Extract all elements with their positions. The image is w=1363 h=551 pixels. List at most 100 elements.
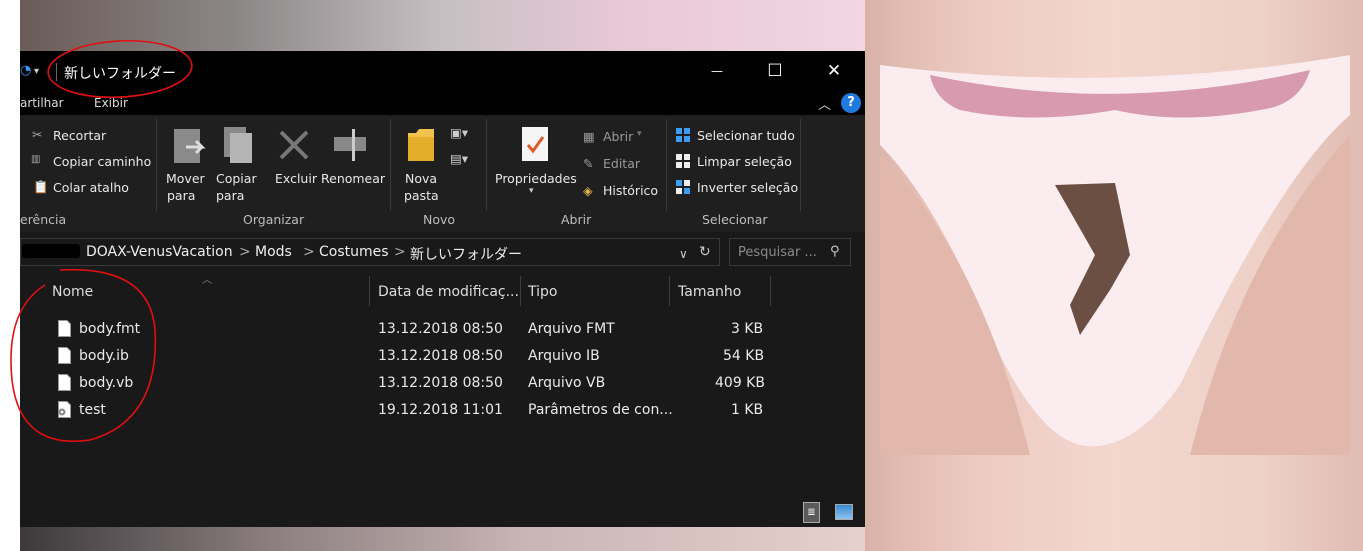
new-folder-label-2[interactable]: pasta <box>404 188 439 203</box>
file-type: Arquivo IB <box>528 348 600 364</box>
easy-access-icon[interactable]: ▤▾ <box>450 151 468 166</box>
breadcrumb-separator[interactable]: > <box>303 244 315 260</box>
copy-to-icon <box>224 127 252 163</box>
tab-compartilhar[interactable]: artilhar <box>20 96 64 110</box>
paste-shortcut-button[interactable]: Colar atalho <box>53 180 129 195</box>
group-separator <box>486 119 487 211</box>
collapse-ribbon-icon[interactable]: ︿ <box>818 94 831 113</box>
file-name[interactable]: test <box>79 402 106 418</box>
maximize-icon: ☐ <box>767 61 783 81</box>
group-label-abrir: Abrir <box>561 212 592 227</box>
minimize-icon: — <box>711 64 723 78</box>
file-size: 3 KB <box>731 321 764 337</box>
rename-button[interactable]: Renomear <box>321 171 385 186</box>
close-icon: ✕ <box>826 61 842 81</box>
new-folder-label[interactable]: Nova <box>405 171 437 186</box>
column-divider[interactable] <box>669 276 670 306</box>
sort-ascending-icon: ︿ <box>202 275 212 286</box>
move-to-icon <box>174 129 206 163</box>
group-separator <box>390 119 391 211</box>
column-divider[interactable] <box>520 276 521 306</box>
copy-to-label-2[interactable]: para <box>216 188 244 203</box>
quick-access-icon[interactable]: ◔ <box>20 63 31 78</box>
group-label-selecionar: Selecionar <box>702 212 768 227</box>
redacted-path-segment <box>22 244 80 258</box>
select-all-button[interactable]: Selecionar tudo <box>697 128 795 143</box>
column-header-name[interactable]: Nome <box>52 284 93 300</box>
properties-dropdown-icon[interactable]: ▾ <box>529 186 534 196</box>
new-item-icon[interactable]: ▣▾ <box>450 125 468 140</box>
column-header-size[interactable]: Tamanho <box>678 284 741 300</box>
cut-button[interactable]: Recortar <box>53 128 106 143</box>
edit-icon: ✎ <box>583 156 594 171</box>
open-button[interactable]: Abrir <box>603 129 633 144</box>
move-to-label[interactable]: Mover <box>166 171 205 186</box>
group-label-transferencia: erência <box>20 212 67 227</box>
close-button[interactable]: ✕ <box>805 51 863 91</box>
open-icon: ▦ <box>583 129 595 144</box>
wallpaper-garment-image <box>880 55 1350 455</box>
invert-selection-icon <box>676 180 690 194</box>
delete-icon <box>279 130 309 160</box>
file-type: Arquivo VB <box>528 375 606 391</box>
group-separator <box>666 119 667 211</box>
copy-path-button[interactable]: Copiar caminho <box>53 154 151 169</box>
breadcrumb-doax[interactable]: DOAX-VenusVacation <box>86 244 233 260</box>
status-bar <box>20 498 865 527</box>
properties-button[interactable]: Propriedades <box>495 171 577 186</box>
column-divider[interactable] <box>770 276 771 306</box>
column-header-date[interactable]: Data de modificaç... <box>378 284 519 300</box>
breadcrumb-mods[interactable]: Mods <box>255 244 292 260</box>
title-divider <box>56 63 57 81</box>
select-none-button[interactable]: Limpar seleção <box>697 154 792 169</box>
group-label-organizar: Organizar <box>243 212 305 227</box>
copy-to-label[interactable]: Copiar <box>216 171 257 186</box>
history-button[interactable]: Histórico <box>603 183 658 198</box>
breadcrumb-current-folder[interactable]: 新しいフォルダー <box>410 244 522 264</box>
search-box[interactable]: Pesquisar ... ⚲ <box>729 238 851 266</box>
customize-quick-access-icon[interactable]: ▾ <box>34 66 39 77</box>
scissors-icon: ✂ <box>32 127 43 142</box>
desktop-background-bottom <box>20 527 865 551</box>
open-dropdown-icon[interactable]: ▾ <box>637 129 642 139</box>
file-type: Parâmetros de con... <box>528 402 673 418</box>
file-icon <box>58 347 71 364</box>
file-size: 409 KB <box>715 375 765 391</box>
breadcrumb-separator[interactable]: > <box>394 244 406 260</box>
move-to-label-2[interactable]: para <box>167 188 195 203</box>
column-header-type[interactable]: Tipo <box>528 284 557 300</box>
file-name[interactable]: body.vb <box>79 375 133 391</box>
group-label-novo: Novo <box>423 212 456 227</box>
file-explorer-window: ◔ ▾ 新しいフォルダー — ☐ ✕ artilhar Exibir ︿ ? ✂… <box>20 51 865 527</box>
paste-shortcut-icon: 📋 <box>33 179 49 194</box>
file-icon <box>58 320 71 337</box>
edit-button[interactable]: Editar <box>603 156 640 171</box>
select-all-icon <box>676 128 690 142</box>
help-icon[interactable]: ? <box>841 93 861 113</box>
file-name[interactable]: body.fmt <box>79 321 140 337</box>
breadcrumb-costumes[interactable]: Costumes <box>319 244 389 260</box>
refresh-icon[interactable]: ↻ <box>699 244 711 260</box>
column-divider[interactable] <box>369 276 370 306</box>
group-separator <box>800 119 801 211</box>
background-white-strip <box>0 0 20 551</box>
file-date: 13.12.2018 08:50 <box>378 375 503 391</box>
file-size: 54 KB <box>723 348 765 364</box>
maximize-button[interactable]: ☐ <box>746 51 804 91</box>
select-none-icon <box>676 154 690 168</box>
tab-exibir[interactable]: Exibir <box>94 96 128 110</box>
details-view-icon[interactable]: ≣ <box>803 502 820 523</box>
copy-path-icon: ▥ <box>31 154 41 165</box>
settings-file-icon <box>58 401 71 418</box>
group-separator <box>156 119 157 211</box>
large-icons-view-icon[interactable] <box>835 504 853 520</box>
minimize-button[interactable]: — <box>688 51 746 91</box>
delete-button[interactable]: Excluir <box>275 171 317 186</box>
invert-selection-button[interactable]: Inverter seleção <box>697 180 798 195</box>
breadcrumb-separator[interactable]: > <box>239 244 251 260</box>
address-history-dropdown-icon[interactable]: ∨ <box>679 247 688 261</box>
file-name[interactable]: body.ib <box>79 348 129 364</box>
rename-icon <box>334 129 366 161</box>
title-bar[interactable]: ◔ ▾ 新しいフォルダー — ☐ ✕ <box>20 51 865 91</box>
search-icon[interactable]: ⚲ <box>830 244 840 259</box>
